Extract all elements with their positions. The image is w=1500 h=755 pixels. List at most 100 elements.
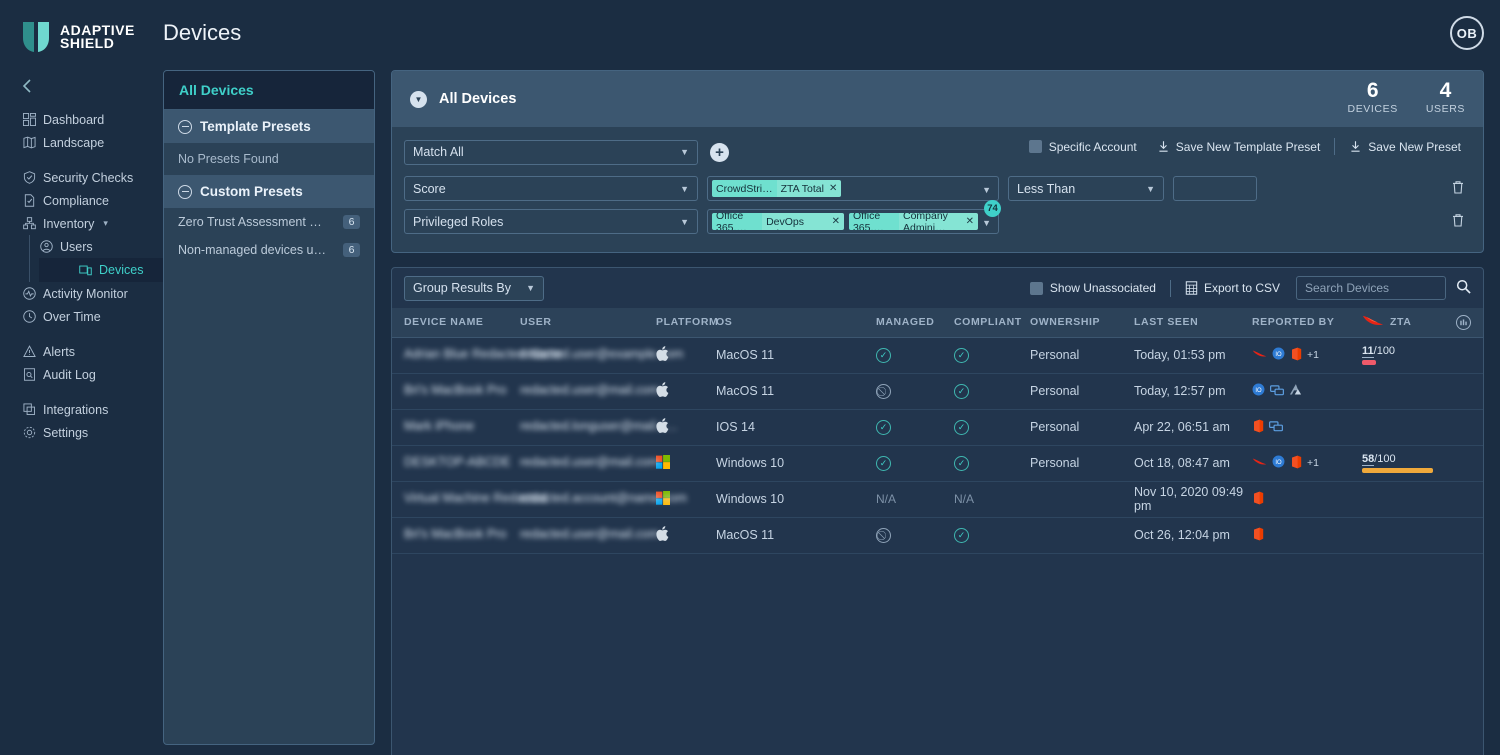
chevron-down-icon: ▼ bbox=[680, 147, 689, 157]
sidebar-item-activity-monitor[interactable]: Activity Monitor bbox=[22, 282, 148, 305]
sidebar-item-audit-log[interactable]: Audit Log bbox=[22, 363, 148, 386]
sidebar-item-alerts[interactable]: Alerts bbox=[22, 340, 148, 363]
specific-account-checkbox[interactable]: Specific Account bbox=[1019, 140, 1147, 154]
filter-tag-pill[interactable]: CrowdStri… ZTA Total ✕ bbox=[712, 180, 842, 197]
nav-group-system: Integrations Settings bbox=[22, 398, 148, 444]
compliant-check-icon: ✓ bbox=[954, 420, 969, 435]
chevron-down-circle-icon[interactable]: ▼ bbox=[410, 90, 427, 108]
export-to-csv-button[interactable]: Export to CSV bbox=[1175, 281, 1290, 295]
col-user[interactable]: USER bbox=[520, 308, 656, 338]
managed-check-icon: ✓ bbox=[876, 348, 891, 363]
os-name: MacOS 11 bbox=[716, 528, 775, 542]
filter-tags-select[interactable]: Office 365,… Azure DevOps Ad… ✕ Office 3… bbox=[707, 209, 999, 234]
table-row[interactable]: Virtual Machine Redacted redacted.accoun… bbox=[392, 481, 1483, 518]
sidebar-item-settings[interactable]: Settings bbox=[22, 421, 148, 444]
clock-icon bbox=[22, 310, 36, 324]
group-results-by-select[interactable]: Group Results By ▼ bbox=[404, 275, 544, 301]
stat-label: USERS bbox=[1425, 103, 1465, 115]
sidebar-item-landscape[interactable]: Landscape bbox=[22, 131, 148, 154]
filter-tag-source: CrowdStri… bbox=[712, 180, 777, 197]
match-mode-select[interactable]: Match All ▼ bbox=[404, 139, 698, 165]
user-email: redacted.longuser@mail.c… bbox=[520, 418, 678, 433]
chevron-down-icon[interactable]: ▼ bbox=[982, 218, 991, 228]
filter-card-body: Match All ▼ + Specific Account Save New … bbox=[392, 127, 1483, 252]
filter-card: ▼ All Devices 6 DEVICES 4 USERS Match Al… bbox=[391, 70, 1484, 253]
filter-field-select[interactable]: Privileged Roles ▼ bbox=[404, 209, 698, 234]
save-new-preset-button[interactable]: Save New Preset bbox=[1339, 140, 1471, 154]
table-row[interactable]: Bri's MacBook Pro redacted.user@mail.com… bbox=[392, 373, 1483, 410]
preset-section-custom[interactable]: Custom Presets bbox=[164, 175, 374, 208]
filter-operator-select[interactable]: Less Than ▼ bbox=[1008, 176, 1164, 201]
avatar[interactable]: OB bbox=[1450, 16, 1484, 50]
col-reported-by[interactable]: REPORTED BY bbox=[1252, 308, 1362, 338]
search-icon[interactable] bbox=[1456, 279, 1471, 297]
chevron-down-icon: ▼ bbox=[526, 283, 535, 293]
search-input[interactable]: Search Devices bbox=[1296, 276, 1446, 300]
brand-logo[interactable]: ADAPTIVE SHIELD bbox=[0, 0, 148, 60]
col-ownership[interactable]: OWNERSHIP bbox=[1030, 308, 1134, 338]
filter-tag-pill[interactable]: Office 365,… Azure DevOps Ad… ✕ bbox=[712, 213, 844, 230]
chevron-down-icon[interactable]: ▼ bbox=[982, 185, 991, 195]
sidebar-item-inventory[interactable]: Inventory ▾ bbox=[22, 212, 148, 235]
table-row[interactable]: Adrian Blue Redacted Name redacted.user@… bbox=[392, 337, 1483, 374]
zta-score: 11/100 bbox=[1362, 345, 1483, 358]
close-icon[interactable]: ✕ bbox=[829, 183, 837, 194]
table-row[interactable]: Bri's MacBook Pro redacted.user@mail.com… bbox=[392, 517, 1483, 554]
ownership: Personal bbox=[1030, 420, 1080, 434]
show-unassociated-checkbox[interactable]: Show Unassociated bbox=[1020, 281, 1166, 295]
sidebar-item-integrations[interactable]: Integrations bbox=[22, 398, 148, 421]
reported-by-more[interactable]: +1 bbox=[1307, 349, 1319, 361]
os-name: MacOS 11 bbox=[716, 348, 775, 362]
filter-tag-name: Company Admini… bbox=[902, 213, 948, 230]
table-row[interactable]: DESKTOP-ABCDE redacted.user@mail.com Win… bbox=[392, 445, 1483, 482]
filter-tag-pill[interactable]: Office 365,… Company Admini… ✕ bbox=[848, 213, 978, 230]
filter-field-select[interactable]: Score ▼ bbox=[404, 176, 698, 201]
reported-by-icons bbox=[1252, 491, 1362, 508]
sidebar-item-label: Users bbox=[60, 239, 93, 254]
close-icon[interactable]: ✕ bbox=[966, 216, 974, 227]
presets-panel: All Devices Template Presets No Presets … bbox=[163, 70, 375, 745]
filter-tags-select[interactable]: CrowdStri… ZTA Total ✕ ▼ bbox=[707, 176, 999, 201]
okta-icon: IO bbox=[1272, 347, 1285, 363]
list-item[interactable]: Non-managed devices used by p… 6 bbox=[164, 236, 374, 264]
preset-section-template[interactable]: Template Presets bbox=[164, 110, 374, 143]
user-email: redacted.account@name.com bbox=[520, 490, 687, 505]
devices-table-card: Group Results By ▼ Show Unassociated Exp… bbox=[391, 267, 1484, 755]
brand-line2: SHIELD bbox=[60, 35, 115, 51]
last-seen: Apr 22, 06:51 am bbox=[1134, 420, 1230, 434]
save-new-template-preset-button[interactable]: Save New Template Preset bbox=[1147, 140, 1331, 154]
table-row[interactable]: Mark iPhone redacted.longuser@mail.c… IO… bbox=[392, 409, 1483, 446]
sidebar-collapse-icon[interactable] bbox=[22, 78, 40, 96]
user-email: redacted.user@example.com bbox=[520, 346, 684, 361]
col-managed[interactable]: MANAGED bbox=[876, 308, 954, 338]
col-compliant[interactable]: COMPLIANT bbox=[954, 308, 1030, 338]
sidebar-item-security-checks[interactable]: Security Checks bbox=[22, 166, 148, 189]
chevron-down-icon[interactable]: ▾ bbox=[103, 218, 108, 229]
col-last-seen[interactable]: LAST SEEN bbox=[1134, 308, 1252, 338]
close-icon[interactable]: ✕ bbox=[832, 216, 840, 227]
group-by-value: Group Results By bbox=[413, 281, 511, 295]
add-filter-button[interactable]: + bbox=[710, 142, 729, 162]
sidebar-nav: Dashboard Landscape Security Checks Comp… bbox=[0, 108, 187, 444]
list-item[interactable]: Zero Trust Assessment Privilege… 6 bbox=[164, 208, 374, 236]
sidebar-item-users[interactable]: Users bbox=[39, 235, 148, 258]
audit-log-icon bbox=[22, 368, 36, 382]
col-os[interactable]: OS bbox=[716, 308, 876, 338]
sidebar-item-dashboard[interactable]: Dashboard bbox=[22, 108, 148, 131]
device-icon bbox=[78, 263, 92, 277]
zta-score-value: 11 bbox=[1362, 345, 1374, 358]
sidebar-item-label: Dashboard bbox=[43, 112, 105, 127]
sidebar-item-compliance[interactable]: Compliance bbox=[22, 189, 148, 212]
column-settings-icon[interactable] bbox=[1456, 315, 1471, 330]
dashboard-icon bbox=[22, 113, 36, 127]
sidebar-item-over-time[interactable]: Over Time bbox=[22, 305, 148, 328]
delete-filter-row-button[interactable] bbox=[1451, 180, 1465, 198]
col-platform[interactable]: PLATFORM bbox=[656, 308, 718, 338]
filter-value-input[interactable] bbox=[1173, 176, 1257, 201]
preset-all-devices[interactable]: All Devices bbox=[164, 71, 374, 110]
okta-icon: IO bbox=[1272, 455, 1285, 471]
sidebar-item-label: Activity Monitor bbox=[43, 286, 128, 301]
reported-by-more[interactable]: +1 bbox=[1307, 457, 1319, 469]
delete-filter-row-button[interactable] bbox=[1451, 213, 1465, 231]
col-device-name[interactable]: DEVICE NAME bbox=[392, 308, 520, 338]
